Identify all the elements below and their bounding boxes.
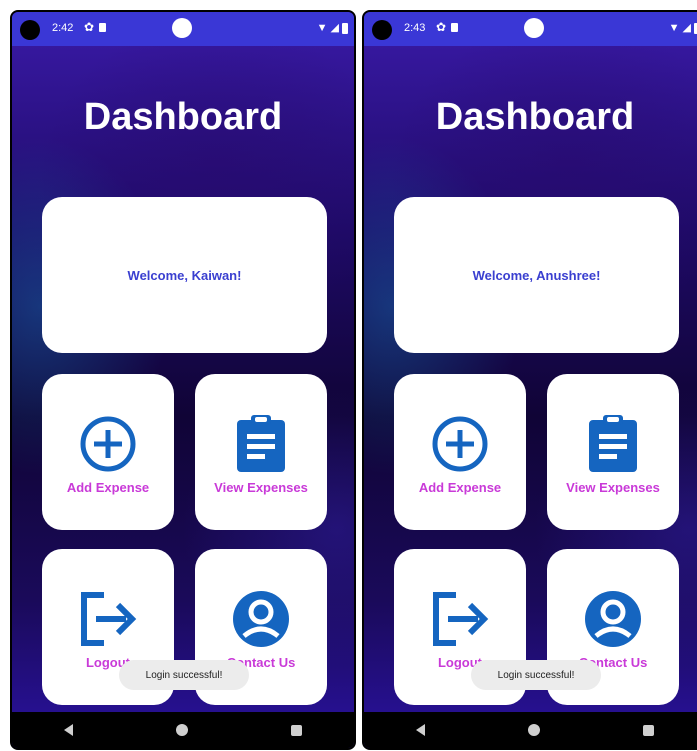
phone-screen-2: 2:43 ✿ ▼ ◢ Dashboard Welcome, Anushree!: [362, 10, 697, 750]
signal-icon: ◢: [682, 22, 691, 34]
view-expenses-tile[interactable]: View Expenses: [195, 374, 327, 530]
sd-card-icon: [99, 23, 106, 32]
add-expense-tile[interactable]: Add Expense: [394, 374, 526, 530]
recent-apps-icon[interactable]: [643, 724, 655, 736]
status-time: 2:43: [404, 22, 426, 34]
camera-cutout: [20, 20, 40, 40]
signal-icon: ◢: [330, 22, 339, 34]
notification-dot-icon: [172, 18, 192, 38]
wifi-icon: ▼: [316, 22, 328, 34]
status-time: 2:42: [52, 22, 74, 34]
account-circle-icon: [231, 589, 291, 649]
welcome-text: Welcome, Kaiwan!: [127, 267, 242, 283]
status-indicators: ▼ ◢: [317, 22, 348, 34]
settings-gear-icon: ✿: [436, 20, 447, 34]
page-title: Dashboard: [435, 96, 635, 138]
phone-screen-1: 2:42 ✿ ▼ ◢ Dashboard Welcome, Kaiwan! Ad…: [10, 10, 356, 750]
home-icon[interactable]: [527, 724, 540, 736]
recent-apps-icon[interactable]: [291, 724, 303, 736]
welcome-card: Welcome, Kaiwan!: [42, 197, 327, 353]
view-expenses-tile[interactable]: View Expenses: [547, 374, 679, 530]
status-bar: 2:42 ✿ ▼ ◢: [12, 12, 354, 46]
clipboard-list-icon: [231, 414, 291, 474]
account-circle-icon: [583, 589, 643, 649]
clipboard-list-icon: [583, 414, 643, 474]
back-icon[interactable]: [63, 724, 73, 736]
logout-icon: [430, 589, 490, 649]
welcome-card: Welcome, Anushree!: [394, 197, 679, 353]
settings-gear-icon: ✿: [84, 20, 95, 34]
notification-dot-icon: [524, 18, 544, 38]
camera-cutout: [372, 20, 392, 40]
view-expenses-label: View Expenses: [214, 480, 308, 495]
screenshot-stage: 2:42 ✿ ▼ ◢ Dashboard Welcome, Kaiwan! Ad…: [0, 0, 697, 751]
sd-card-icon: [451, 23, 458, 32]
add-circle-icon: [78, 414, 138, 474]
wifi-icon: ▼: [668, 22, 680, 34]
view-expenses-label: View Expenses: [566, 480, 660, 495]
toast-message: Login successful!: [471, 660, 601, 690]
battery-icon: [342, 22, 348, 34]
add-expense-label: Add Expense: [418, 480, 502, 495]
toast-message: Login successful!: [119, 660, 249, 690]
add-expense-tile[interactable]: Add Expense: [42, 374, 174, 530]
status-bar: 2:43 ✿ ▼ ◢: [364, 12, 697, 46]
add-circle-icon: [430, 414, 490, 474]
back-icon[interactable]: [415, 724, 425, 736]
home-icon[interactable]: [175, 724, 188, 736]
logout-icon: [78, 589, 138, 649]
welcome-text: Welcome, Anushree!: [472, 267, 601, 283]
add-expense-label: Add Expense: [66, 480, 150, 495]
status-indicators: ▼ ◢: [669, 22, 697, 34]
navigation-bar: [12, 712, 354, 748]
page-title: Dashboard: [83, 96, 283, 138]
navigation-bar: [364, 712, 697, 748]
